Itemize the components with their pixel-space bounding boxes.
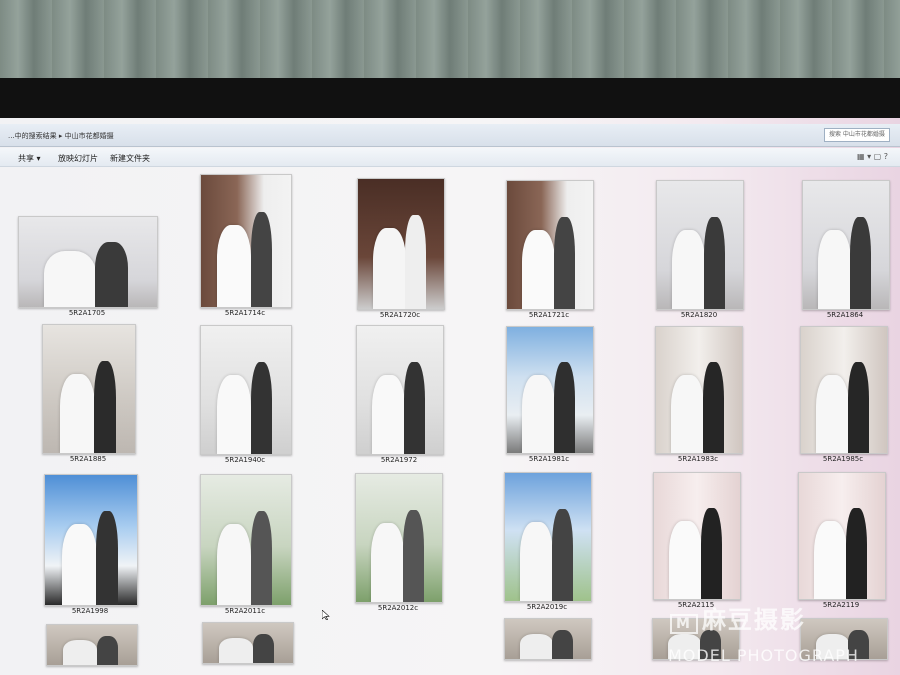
photo-bride-shape bbox=[59, 373, 95, 453]
view-options-icon[interactable]: ▦ ▾ ▢ ? bbox=[857, 152, 888, 161]
photo-groom-shape bbox=[250, 361, 273, 454]
file-thumbnail[interactable] bbox=[652, 618, 740, 660]
share-button[interactable]: 共享 ▾ bbox=[18, 153, 41, 164]
photo-groom-shape bbox=[846, 508, 867, 599]
photo-groom-shape bbox=[94, 242, 128, 307]
photo-bride-shape bbox=[671, 374, 705, 453]
file-thumbnail[interactable] bbox=[504, 472, 592, 602]
photo-groom-shape bbox=[403, 509, 424, 602]
file-name-label[interactable]: 5R2A1720c bbox=[347, 311, 453, 319]
file-name-label[interactable]: 5R2A2115 bbox=[643, 601, 749, 609]
command-toolbar: 共享 ▾ 放映幻灯片 新建文件夹 ▦ ▾ ▢ ? bbox=[0, 148, 900, 167]
file-thumbnail[interactable] bbox=[656, 180, 744, 310]
photo-groom-shape bbox=[703, 362, 724, 453]
photo-bride-shape bbox=[668, 634, 702, 659]
file-name-label[interactable]: 5R2A1972 bbox=[346, 456, 452, 464]
file-thumbnail[interactable] bbox=[356, 325, 444, 455]
search-input[interactable]: 搜索 中山市花都婚摄 bbox=[824, 128, 890, 142]
file-thumbnail[interactable] bbox=[504, 618, 592, 660]
photo-groom-shape bbox=[552, 508, 573, 601]
file-name-label[interactable]: 5R2A1985c bbox=[790, 455, 896, 463]
file-name-label[interactable]: 5R2A1981c bbox=[496, 455, 602, 463]
file-name-label[interactable]: 5R2A1998 bbox=[34, 607, 146, 615]
file-name-label[interactable]: 5R2A1721c bbox=[496, 311, 602, 319]
file-name-label[interactable]: 5R2A1885 bbox=[32, 455, 144, 463]
file-name-label[interactable]: 5R2A2012c bbox=[345, 604, 451, 612]
file-name-label[interactable]: 5R2A1864 bbox=[792, 311, 898, 319]
photo-bride-shape bbox=[372, 374, 406, 454]
photo-bride-shape bbox=[520, 521, 554, 601]
file-thumbnail[interactable] bbox=[655, 326, 743, 454]
photo-bride-shape bbox=[669, 520, 703, 599]
photo-bride-shape bbox=[520, 634, 554, 659]
file-thumbnail[interactable] bbox=[46, 624, 138, 666]
address-bar[interactable]: ...中的搜索结果 ▸ 中山市花都婚摄 搜索 中山市花都婚摄 bbox=[0, 124, 900, 147]
file-thumbnail[interactable] bbox=[44, 474, 138, 606]
photo-groom-shape bbox=[701, 508, 722, 599]
photo-bride-shape bbox=[61, 524, 97, 605]
photo-groom-shape bbox=[96, 636, 119, 665]
file-thumbnail[interactable] bbox=[18, 216, 158, 308]
photo-groom-shape bbox=[850, 216, 871, 309]
photo-groom-shape bbox=[552, 630, 573, 659]
photo-bride-shape bbox=[814, 520, 848, 599]
file-explorer-window: ...中的搜索结果 ▸ 中山市花都婚摄 搜索 中山市花都婚摄 共享 ▾ 放映幻灯… bbox=[0, 118, 900, 675]
photo-bride-shape bbox=[63, 640, 98, 665]
photo-groom-shape bbox=[95, 511, 118, 605]
photo-groom-shape bbox=[554, 216, 575, 309]
file-name-label[interactable]: 5R2A1940c bbox=[190, 456, 300, 464]
photo-groom-shape bbox=[404, 361, 425, 454]
file-grid: 5R2A1705 5R2A1714c 5R2A1720c 5R2A1721c 5R2A1… bbox=[0, 168, 900, 675]
photo-groom-shape bbox=[252, 634, 275, 663]
file-thumbnail[interactable] bbox=[42, 324, 136, 454]
photo-groom-shape bbox=[554, 362, 575, 453]
photo-bride-shape bbox=[816, 634, 850, 659]
file-thumbnail[interactable] bbox=[200, 174, 292, 308]
file-thumbnail[interactable] bbox=[506, 326, 594, 454]
file-name-label[interactable]: 5R2A1983c bbox=[645, 455, 751, 463]
photo-groom-shape bbox=[250, 211, 273, 307]
file-thumbnail[interactable] bbox=[200, 325, 292, 455]
new-folder-button[interactable]: 新建文件夹 bbox=[110, 153, 150, 164]
file-name-label[interactable]: 5R2A2019c bbox=[494, 603, 600, 611]
address-path[interactable]: ...中的搜索结果 ▸ 中山市花都婚摄 bbox=[8, 131, 114, 141]
photo-groom-shape bbox=[700, 630, 721, 659]
slideshow-button[interactable]: 放映幻灯片 bbox=[58, 153, 98, 164]
photo-bride-shape bbox=[672, 229, 706, 309]
photo-bride-shape bbox=[522, 374, 556, 453]
photo-bride-shape bbox=[371, 522, 405, 602]
file-name-label[interactable]: 5R2A1705 bbox=[8, 309, 166, 317]
file-name-label[interactable]: 5R2A1820 bbox=[646, 311, 752, 319]
file-name-label[interactable]: 5R2A1714c bbox=[190, 309, 300, 317]
file-thumbnail[interactable] bbox=[798, 472, 886, 600]
photo-bride-shape bbox=[217, 524, 252, 605]
photo-groom-shape bbox=[848, 362, 869, 453]
file-name-label[interactable]: 5R2A2119 bbox=[788, 601, 894, 609]
file-thumbnail[interactable] bbox=[506, 180, 594, 310]
photo-groom-shape bbox=[848, 630, 869, 659]
file-thumbnail[interactable] bbox=[202, 622, 294, 664]
file-thumbnail[interactable] bbox=[200, 474, 292, 606]
photo-bride-shape bbox=[522, 229, 556, 309]
photo-bride-shape bbox=[816, 374, 850, 453]
file-name-label[interactable]: 5R2A2011c bbox=[190, 607, 300, 615]
file-thumbnail[interactable] bbox=[800, 618, 888, 660]
photo-bride-shape bbox=[373, 228, 407, 309]
photo-bride-shape bbox=[217, 374, 252, 454]
mouse-cursor-icon bbox=[322, 610, 330, 620]
background-curtain bbox=[0, 0, 900, 90]
file-thumbnail[interactable] bbox=[653, 472, 741, 600]
file-thumbnail[interactable] bbox=[355, 473, 443, 603]
photo-bride-shape bbox=[43, 251, 97, 307]
file-thumbnail[interactable] bbox=[800, 326, 888, 454]
file-thumbnail[interactable] bbox=[357, 178, 445, 310]
photo-groom-shape bbox=[93, 360, 116, 453]
file-thumbnail[interactable] bbox=[802, 180, 890, 310]
photo-bride-shape bbox=[219, 638, 254, 663]
photo-groom-shape bbox=[250, 511, 273, 605]
photo-groom-shape bbox=[405, 215, 426, 309]
photo-bride-shape bbox=[217, 225, 252, 307]
photo-groom-shape bbox=[704, 216, 725, 309]
photo-bride-shape bbox=[818, 229, 852, 309]
